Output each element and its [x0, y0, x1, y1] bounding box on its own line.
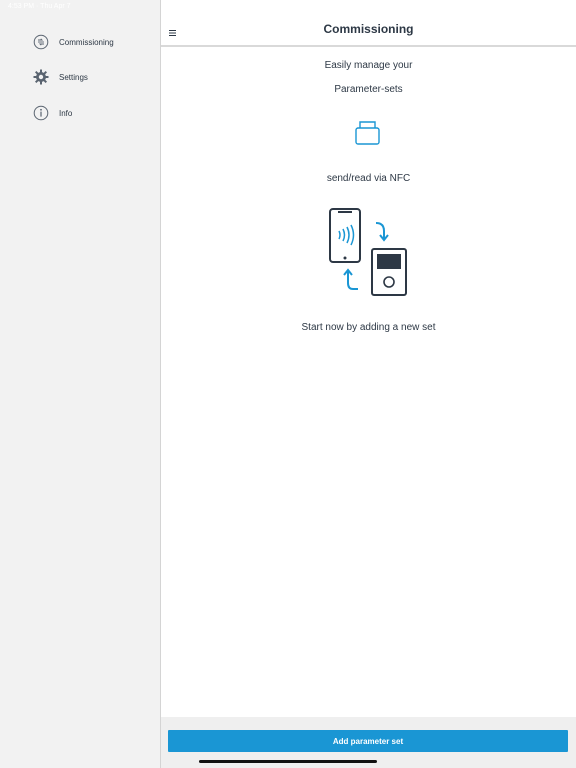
parameter-set-box-icon: [354, 119, 382, 152]
sidebar-item-info[interactable]: Info: [32, 103, 152, 123]
sidebar-item-label: Settings: [59, 72, 88, 82]
home-indicator: [199, 760, 377, 763]
status-bar: 4:53 PM · Thu Apr 7 100%: [0, 0, 576, 14]
info-icon: [32, 104, 50, 122]
nfc-caption: send/read via NFC: [326, 173, 411, 184]
sidebar-item-label: Info: [59, 108, 73, 118]
add-parameter-set-button[interactable]: Add parameter set: [168, 730, 568, 752]
intro-line-2: Parameter-sets: [334, 84, 403, 95]
gear-icon: [32, 68, 50, 86]
sidebar-item-commissioning[interactable]: Commissioning: [32, 32, 152, 52]
intro-line-1: Easily manage your: [324, 60, 413, 71]
commissioning-icon: [32, 33, 50, 51]
call-to-action-text: Start now by adding a new set: [301, 322, 436, 333]
sidebar-item-label: Commissioning: [59, 37, 114, 47]
status-battery: 100%: [548, 3, 566, 10]
main-content: Commissioning Easily manage your Paramet…: [161, 0, 576, 768]
nfc-transfer-illustration: [329, 207, 409, 304]
sidebar: Commissioning Settings Info: [0, 0, 161, 768]
page-title: Commissioning: [323, 22, 414, 36]
sidebar-item-settings[interactable]: Settings: [32, 67, 152, 87]
status-time: 4:53 PM · Thu Apr 7: [8, 3, 71, 10]
